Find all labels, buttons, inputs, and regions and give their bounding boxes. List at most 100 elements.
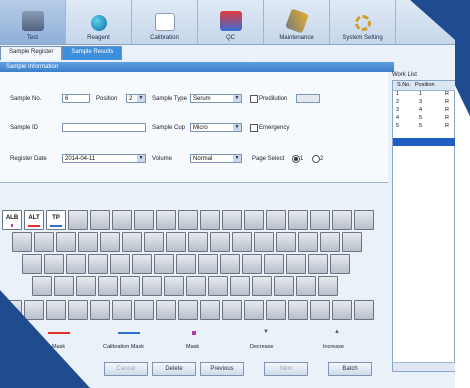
tab-sample-register[interactable]: Sample Register — [0, 46, 63, 60]
empty-test-key[interactable] — [144, 232, 164, 252]
empty-test-key[interactable] — [34, 232, 54, 252]
empty-test-key[interactable] — [188, 232, 208, 252]
toolbar-calibration-button[interactable]: Calibration — [132, 0, 198, 44]
empty-test-key[interactable] — [90, 210, 110, 230]
empty-test-key[interactable] — [68, 210, 88, 230]
empty-test-key[interactable] — [122, 232, 142, 252]
empty-test-key[interactable] — [178, 300, 198, 320]
sample-id-input[interactable] — [62, 123, 146, 132]
empty-test-key[interactable] — [310, 300, 330, 320]
test-key[interactable]: ALB — [2, 210, 22, 230]
register-date-picker[interactable]: 2014-04-11 ▼ — [62, 154, 146, 163]
page-1-radio[interactable] — [292, 155, 300, 163]
worklist-scrollbar[interactable] — [393, 362, 455, 371]
empty-test-key[interactable] — [156, 300, 176, 320]
empty-test-key[interactable] — [164, 276, 184, 296]
test-key[interactable]: TP — [46, 210, 66, 230]
empty-test-key[interactable] — [56, 232, 76, 252]
empty-test-key[interactable] — [112, 300, 132, 320]
empty-test-key[interactable] — [154, 254, 174, 274]
tab-sample-results[interactable]: Sample Results — [62, 46, 123, 60]
worklist-selected-row[interactable] — [393, 138, 455, 146]
position-select[interactable]: 2 ▼ — [126, 94, 146, 103]
empty-test-key[interactable] — [230, 276, 250, 296]
empty-test-key[interactable] — [112, 210, 132, 230]
empty-test-key[interactable] — [296, 276, 316, 296]
volume-select[interactable]: Normal ▼ — [190, 154, 242, 163]
empty-test-key[interactable] — [200, 210, 220, 230]
empty-test-key[interactable] — [12, 232, 32, 252]
empty-test-key[interactable] — [100, 232, 120, 252]
empty-test-key[interactable] — [166, 232, 186, 252]
empty-test-key[interactable] — [134, 300, 154, 320]
empty-test-key[interactable] — [134, 210, 154, 230]
empty-test-key[interactable] — [32, 276, 52, 296]
predilution-input[interactable] — [296, 94, 320, 103]
empty-test-key[interactable] — [332, 210, 352, 230]
toolbar-system-setting-button[interactable]: System Setting — [330, 0, 396, 44]
sample-type-select[interactable]: Serum ▼ — [190, 94, 242, 103]
empty-test-key[interactable] — [252, 276, 272, 296]
sample-no-input[interactable]: 6 — [62, 94, 90, 103]
empty-test-key[interactable] — [176, 254, 196, 274]
empty-test-key[interactable] — [222, 300, 242, 320]
empty-test-key[interactable] — [98, 276, 118, 296]
empty-test-key[interactable] — [88, 254, 108, 274]
empty-test-key[interactable] — [308, 254, 328, 274]
previous-button[interactable]: Previous — [200, 362, 244, 376]
batch-button[interactable]: Batch — [328, 362, 372, 376]
empty-test-key[interactable] — [222, 210, 242, 230]
empty-test-key[interactable] — [288, 300, 308, 320]
delete-button[interactable]: Delete — [152, 362, 196, 376]
page-2-radio[interactable] — [312, 155, 320, 163]
empty-test-key[interactable] — [120, 276, 140, 296]
empty-test-key[interactable] — [200, 300, 220, 320]
empty-test-key[interactable] — [44, 254, 64, 274]
empty-test-key[interactable] — [286, 254, 306, 274]
empty-test-key[interactable] — [266, 300, 286, 320]
empty-test-key[interactable] — [54, 276, 74, 296]
toolbar-test-button[interactable]: Test — [0, 0, 66, 44]
empty-test-key[interactable] — [156, 210, 176, 230]
empty-test-key[interactable] — [110, 254, 130, 274]
empty-test-key[interactable] — [266, 210, 286, 230]
empty-test-key[interactable] — [244, 210, 264, 230]
empty-test-key[interactable] — [276, 232, 296, 252]
empty-test-key[interactable] — [78, 232, 98, 252]
empty-test-key[interactable] — [244, 300, 264, 320]
empty-test-key[interactable] — [220, 254, 240, 274]
empty-test-key[interactable] — [198, 254, 218, 274]
empty-test-key[interactable] — [354, 300, 374, 320]
toolbar-reagent-button[interactable]: Reagent — [66, 0, 132, 44]
empty-test-key[interactable] — [68, 300, 88, 320]
empty-test-key[interactable] — [264, 254, 284, 274]
empty-test-key[interactable] — [178, 210, 198, 230]
empty-test-key[interactable] — [208, 276, 228, 296]
empty-test-key[interactable] — [342, 232, 362, 252]
empty-test-key[interactable] — [142, 276, 162, 296]
sample-cup-select[interactable]: Micro ▼ — [190, 123, 242, 132]
empty-test-key[interactable] — [46, 300, 66, 320]
test-key[interactable]: ALT — [24, 210, 44, 230]
predilution-checkbox[interactable] — [250, 95, 258, 103]
cancel-button[interactable]: Cancel — [104, 362, 148, 376]
empty-test-key[interactable] — [76, 276, 96, 296]
empty-test-key[interactable] — [210, 232, 230, 252]
empty-test-key[interactable] — [90, 300, 110, 320]
empty-test-key[interactable] — [24, 300, 44, 320]
empty-test-key[interactable] — [288, 210, 308, 230]
empty-test-key[interactable] — [242, 254, 262, 274]
empty-test-key[interactable] — [232, 232, 252, 252]
empty-test-key[interactable] — [310, 210, 330, 230]
empty-test-key[interactable] — [318, 276, 338, 296]
toolbar-maintenance-button[interactable]: Maintenance — [264, 0, 330, 44]
empty-test-key[interactable] — [354, 210, 374, 230]
empty-test-key[interactable] — [330, 254, 350, 274]
empty-test-key[interactable] — [274, 276, 294, 296]
next-button[interactable]: Next — [264, 362, 308, 376]
empty-test-key[interactable] — [132, 254, 152, 274]
empty-test-key[interactable] — [254, 232, 274, 252]
emergency-checkbox[interactable] — [250, 124, 258, 132]
empty-test-key[interactable] — [22, 254, 42, 274]
empty-test-key[interactable] — [298, 232, 318, 252]
